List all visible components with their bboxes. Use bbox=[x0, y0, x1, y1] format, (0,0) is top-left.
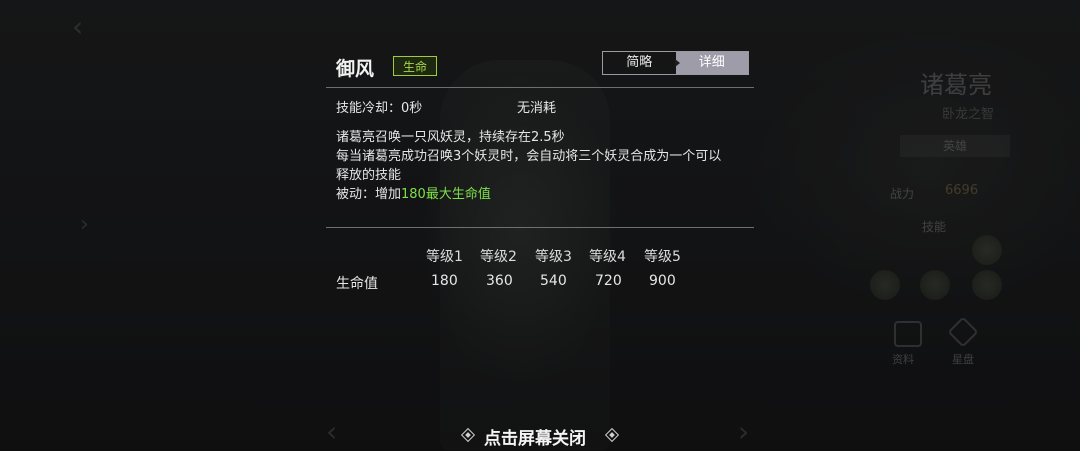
divider bbox=[326, 227, 754, 228]
stat-value: 180 bbox=[431, 273, 458, 289]
skill-detail-card: 御风 生命 简略 详细 技能冷却：0秒 无消耗 诸葛亮召唤一只风妖灵，持续存在2… bbox=[326, 40, 754, 300]
tab-detail[interactable]: 详细 bbox=[674, 52, 748, 74]
divider bbox=[326, 87, 754, 88]
skill-description: 诸葛亮召唤一只风妖灵，持续存在2.5秒 每当诸葛亮成功召唤3个妖灵时，会自动将三… bbox=[336, 128, 746, 204]
level-header: 等级1 bbox=[426, 249, 463, 265]
skill-name: 御风 bbox=[336, 58, 375, 80]
diamond-icon bbox=[460, 427, 476, 443]
stat-value: 360 bbox=[486, 273, 513, 289]
stat-value: 900 bbox=[649, 273, 676, 289]
cooldown-text: 技能冷却：0秒 bbox=[336, 101, 423, 116]
level-header: 等级5 bbox=[644, 249, 681, 265]
stat-label: 生命值 bbox=[336, 276, 378, 292]
level-header: 等级2 bbox=[480, 249, 517, 265]
desc-line: 释放的技能 bbox=[336, 168, 402, 183]
diamond-icon bbox=[604, 427, 620, 443]
close-hint-text: 点击屏幕关闭 bbox=[484, 429, 586, 449]
passive-prefix: 被动：增加 bbox=[336, 187, 402, 202]
close-hint[interactable]: 点击屏幕关闭 bbox=[460, 424, 622, 449]
stat-value: 720 bbox=[595, 273, 622, 289]
stat-value: 540 bbox=[540, 273, 567, 289]
detail-tabs: 简略 详细 bbox=[602, 51, 749, 75]
skill-type-badge: 生命 bbox=[393, 56, 437, 76]
desc-line: 每当诸葛亮成功召唤3个妖灵时，会自动将三个妖灵合成为一个可以 bbox=[336, 149, 722, 164]
tab-brief[interactable]: 简略 bbox=[603, 52, 676, 74]
level-header: 等级4 bbox=[589, 249, 626, 265]
passive-line: 被动：增加180最大生命值 bbox=[336, 185, 746, 204]
desc-line: 诸葛亮召唤一只风妖灵，持续存在2.5秒 bbox=[336, 130, 565, 145]
cost-text: 无消耗 bbox=[517, 101, 557, 116]
passive-highlight: 180最大生命值 bbox=[401, 187, 491, 202]
level-header: 等级3 bbox=[535, 249, 572, 265]
